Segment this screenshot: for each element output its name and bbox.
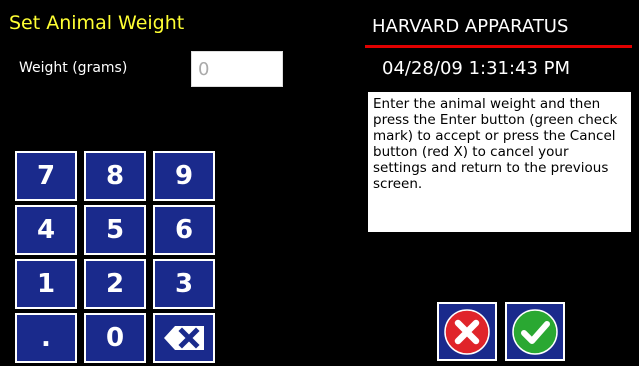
key-decimal[interactable]: .: [15, 313, 77, 363]
help-text: Enter the animal weight and then press t…: [368, 92, 631, 232]
weight-input[interactable]: [191, 51, 283, 87]
brand-rule: [365, 45, 632, 48]
backspace-button[interactable]: [153, 313, 215, 363]
backspace-icon: [164, 326, 204, 350]
key-9-label: 9: [174, 161, 194, 191]
key-1[interactable]: 1: [15, 259, 77, 309]
key-8-label: 8: [105, 161, 125, 191]
key-8[interactable]: 8: [84, 151, 146, 201]
key-3[interactable]: 3: [153, 259, 215, 309]
key-0[interactable]: 0: [84, 313, 146, 363]
key-3-label: 3: [174, 269, 194, 299]
key-5-label: 5: [105, 215, 125, 245]
key-6-label: 6: [174, 215, 194, 245]
red-x-icon: [444, 308, 490, 355]
page-title: Set Animal Weight: [9, 12, 185, 34]
key-7[interactable]: 7: [15, 151, 77, 201]
weight-label: Weight (grams): [19, 60, 128, 76]
key-7-label: 7: [36, 161, 56, 191]
key-9[interactable]: 9: [153, 151, 215, 201]
key-6[interactable]: 6: [153, 205, 215, 255]
key-2[interactable]: 2: [84, 259, 146, 309]
cancel-button[interactable]: [437, 302, 497, 361]
enter-button[interactable]: [505, 302, 565, 361]
key-4-label: 4: [36, 215, 56, 245]
green-check-icon: [512, 308, 558, 355]
key-0-label: 0: [105, 323, 125, 353]
date-time: 04/28/09 1:31:43 PM: [382, 58, 571, 79]
key-2-label: 2: [105, 269, 125, 299]
brand-name: HARVARD APPARATUS: [372, 16, 569, 37]
key-1-label: 1: [36, 269, 56, 299]
key-decimal-label: .: [41, 323, 51, 353]
key-4[interactable]: 4: [15, 205, 77, 255]
key-5[interactable]: 5: [84, 205, 146, 255]
